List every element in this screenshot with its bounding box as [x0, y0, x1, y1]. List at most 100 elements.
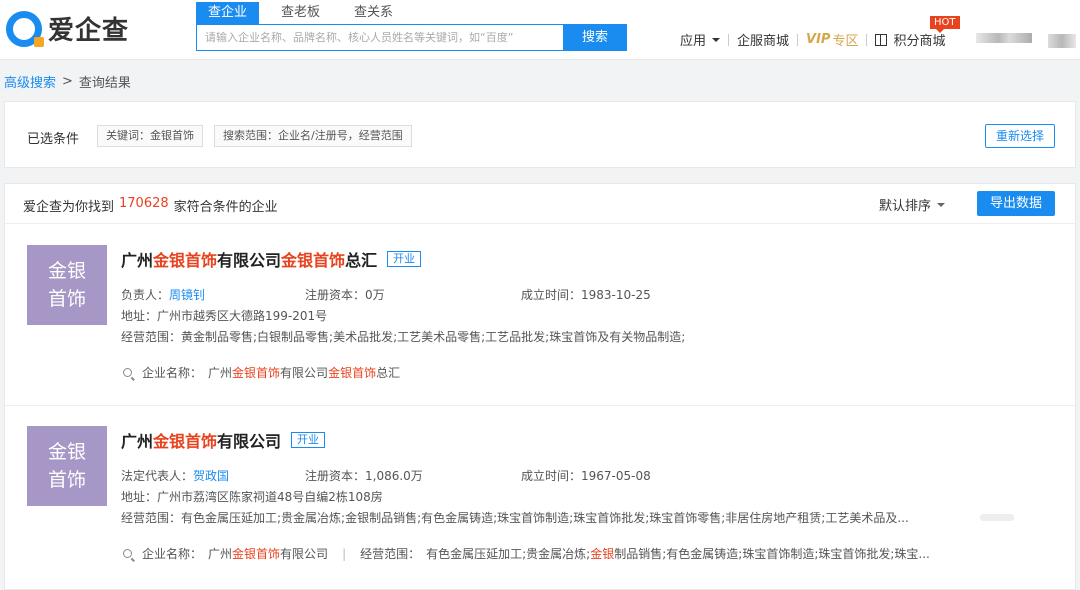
results-header: 爱企查为你找到 170628 家符合条件的企业 默认排序 导出数据 [5, 184, 1075, 224]
company-name-link[interactable]: 广州 金银首饰 有限公司 金银首饰 总汇 开业 [121, 247, 422, 271]
match-scope-part: 有色金属压延加工;贵金属冶炼; [426, 547, 591, 561]
logo-text: 爱企查 [48, 16, 130, 46]
match-value: 广州金银首饰有限公司 [208, 545, 328, 562]
company-logo-line1: 金银 [47, 441, 86, 463]
selected-filters-panel: 已选条件 关键词：金银首饰 搜索范围：企业名/注册号，经营范围 重新选择 [4, 101, 1076, 168]
match-value: 广州金银首饰有限公司金银首饰总汇 [208, 364, 400, 381]
nav-divider [866, 33, 868, 46]
results-count-prefix: 爱企查为你找到 [23, 200, 115, 215]
tab-search-company[interactable]: 查企业 [196, 2, 260, 24]
company-address: 地址：广州市越秀区大德路199-201号 [121, 309, 328, 323]
match-part: 有限公司 [280, 547, 329, 561]
company-business-scope: 经营范围：有色金属压延加工;贵金属冶炼;金银制品销售;有色金属铸造;珠宝首饰制造… [121, 511, 909, 525]
breadcrumb-separator: > [62, 74, 73, 89]
match-label: 企业名称： [142, 547, 203, 561]
search-box [196, 24, 564, 51]
results-count-suffix: 家符合条件的企业 [173, 200, 278, 215]
company-registered-capital: 注册资本：0万 [305, 288, 385, 302]
company-representative: 法定代表人：贺政国 [121, 467, 229, 484]
nav-vip-zone[interactable]: VIP 专区 [806, 30, 858, 49]
match-part: 广州 [208, 547, 233, 561]
nav-divider [728, 33, 730, 46]
chevron-down-icon [937, 202, 946, 207]
user-avatar-blurred[interactable] [1048, 34, 1076, 48]
breadcrumb-advanced-search[interactable]: 高级搜索 [4, 72, 56, 91]
match-highlight: 金银首饰 [328, 366, 377, 380]
company-established-date: 成立时间：1983-10-25 [521, 288, 651, 302]
search-tabs: 查企业 查老板 查关系 [196, 2, 415, 24]
company-logo-line2: 首饰 [47, 288, 86, 310]
status-badge: 开业 [291, 432, 326, 448]
reset-filters-button[interactable]: 重新选择 [985, 124, 1055, 148]
chevron-down-icon [712, 37, 721, 42]
top-nav: 应用 企服商城 VIP 专区 积分商城 [680, 30, 946, 49]
company-name-part: 广州 [121, 432, 154, 451]
breadcrumb-current: 查询结果 [78, 76, 131, 91]
sort-label: 默认排序 [879, 199, 932, 214]
filters-label: 已选条件 [27, 132, 80, 147]
vip-label: VIP [806, 32, 831, 47]
search-button[interactable]: 搜索 [563, 24, 627, 51]
search-input[interactable] [197, 25, 563, 50]
search-icon [123, 368, 132, 377]
company-name-part: 总汇 [345, 251, 378, 270]
results-panel: 爱企查为你找到 170628 家符合条件的企业 默认排序 导出数据 金银 首饰 … [4, 183, 1076, 590]
top-bar: 爱企查 查企业 查老板 查关系 搜索 应用 企服商城 VIP 专区 积分商城 H… [0, 0, 1080, 60]
match-scope-highlight: 金银 [590, 547, 615, 561]
company-name-part: 广州 [121, 251, 154, 270]
company-logo-line1: 金银 [47, 260, 86, 282]
company-logo-line2: 首饰 [47, 469, 86, 491]
company-representative: 负责人：周镜钊 [121, 286, 205, 303]
user-name-blurred[interactable] [976, 33, 1032, 43]
filter-chip-scope[interactable]: 搜索范围：企业名/注册号，经营范围 [214, 125, 412, 147]
company-card: 金银 首饰 广州 金银首饰 有限公司 开业 法定代表人：贺政国 注册资本：1,086… [5, 406, 1075, 590]
filter-chip-keyword[interactable]: 关键词：金银首饰 [97, 125, 203, 147]
representative-name-link[interactable]: 贺政国 [193, 469, 229, 483]
sort-dropdown[interactable]: 默认排序 [879, 195, 946, 214]
company-business-scope: 经营范围：黄金制品零售;白银制品零售;美术品批发;工艺美术品零售;工艺品批发;珠… [121, 330, 686, 344]
representative-name-link[interactable]: 周镜钊 [169, 288, 205, 302]
nav-divider [797, 33, 799, 46]
match-label: 企业名称： [142, 366, 203, 380]
export-data-button[interactable]: 导出数据 [977, 191, 1055, 216]
nav-apps[interactable]: 应用 [680, 30, 721, 49]
match-info: 企业名称： 广州金银首饰有限公司金银首饰总汇 [123, 364, 400, 381]
blurred-element [980, 514, 1014, 521]
tab-search-boss[interactable]: 查老板 [269, 2, 332, 24]
match-part: 广州 [208, 366, 233, 380]
company-logo[interactable]: 金银 首饰 [27, 426, 107, 506]
search-icon [123, 549, 132, 558]
results-count-number: 170628 [119, 196, 169, 211]
match-scope-part: 制品销售;有色金属铸造;珠宝首饰制造;珠宝首饰批发;珠宝... [614, 547, 930, 561]
results-count: 爱企查为你找到 170628 家符合条件的企业 [23, 196, 278, 215]
company-logo[interactable]: 金银 首饰 [27, 245, 107, 325]
representative-label: 负责人： [121, 288, 170, 302]
company-name-highlight: 金银首饰 [153, 251, 218, 270]
logo-mark-icon [6, 10, 44, 47]
match-highlight: 金银首饰 [232, 366, 281, 380]
vip-zone-label: 专区 [832, 34, 859, 49]
tab-search-relation[interactable]: 查关系 [342, 2, 405, 24]
match-part: 总汇 [376, 366, 401, 380]
match-scope-value: 有色金属压延加工;贵金属冶炼;金银制品销售;有色金属铸造;珠宝首饰制造;珠宝首饰… [426, 545, 930, 562]
company-address: 地址：广州市荔湾区陈家祠道48号自编2栋108房 [121, 490, 383, 504]
company-registered-capital: 注册资本：1,086.0万 [305, 469, 423, 483]
company-card: 金银 首饰 广州 金银首饰 有限公司 金银首饰 总汇 开业 负责人：周镜钊 注册资本：0… [5, 225, 1075, 406]
company-name-part: 有限公司 [217, 432, 282, 451]
nav-enterprise-mall[interactable]: 企服商城 [737, 30, 789, 49]
company-name-part: 有限公司 [217, 251, 282, 270]
company-established-date: 成立时间：1967-05-08 [521, 469, 651, 483]
logo[interactable]: 爱企查 [6, 10, 129, 47]
hot-badge: HOT [930, 16, 960, 33]
gift-icon [875, 33, 888, 46]
representative-label: 法定代表人： [121, 469, 194, 483]
match-highlight: 金银首饰 [232, 547, 281, 561]
nav-points-mall[interactable]: 积分商城 [875, 30, 946, 49]
company-name-link[interactable]: 广州 金银首饰 有限公司 开业 [121, 428, 326, 452]
match-info: 企业名称： 广州金银首饰有限公司 | 经营范围： 有色金属压延加工;贵金属冶炼;… [123, 545, 930, 562]
match-part: 有限公司 [280, 366, 329, 380]
status-badge: 开业 [387, 251, 422, 267]
company-name-highlight: 金银首饰 [281, 251, 346, 270]
match-divider: | [342, 546, 347, 561]
breadcrumb: 高级搜索 > 查询结果 [4, 72, 131, 91]
